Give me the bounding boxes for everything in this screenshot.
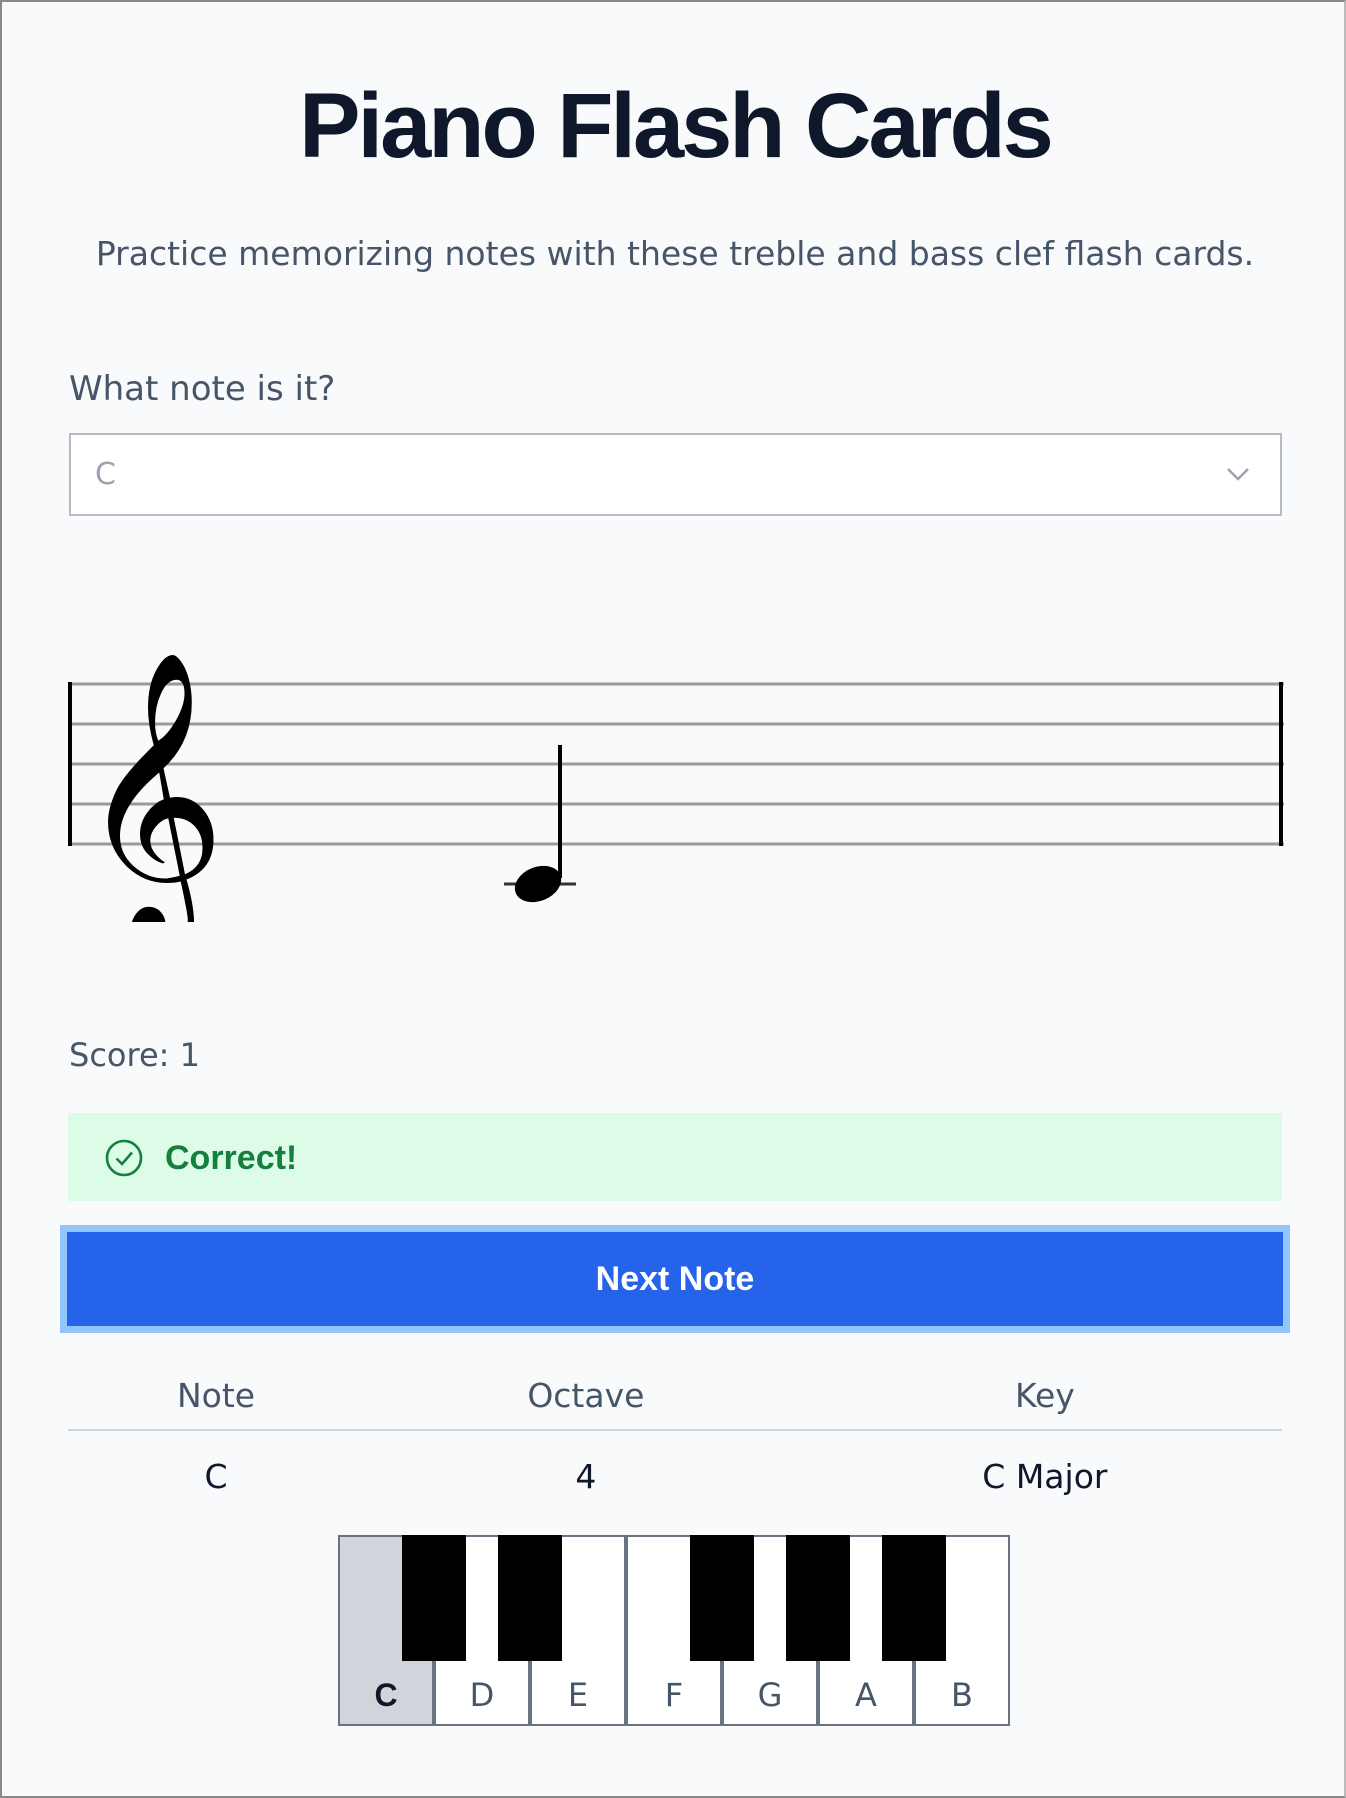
key-label: A bbox=[855, 1676, 877, 1714]
cell-key: C Major bbox=[982, 1457, 1108, 1496]
header-note: Note bbox=[68, 1362, 364, 1431]
piano-keyboard: C D E F G A B bbox=[338, 1535, 1012, 1726]
table-row: C 4 C Major bbox=[68, 1430, 1282, 1522]
page-subtitle: Practice memorizing notes with these tre… bbox=[95, 234, 1255, 273]
cell-octave: 4 bbox=[575, 1457, 597, 1496]
table-header-row: Note Octave Key bbox=[68, 1362, 1282, 1431]
key-label: E bbox=[567, 1676, 589, 1714]
key-label: B bbox=[951, 1676, 973, 1714]
piano-key-a-sharp[interactable] bbox=[882, 1535, 946, 1661]
header-key: Key bbox=[807, 1362, 1282, 1431]
treble-clef-icon: 𝄞 bbox=[78, 648, 226, 922]
feedback-alert: Correct! bbox=[68, 1113, 1282, 1201]
question-label: What note is it? bbox=[69, 369, 336, 409]
score-text: Score: 1 bbox=[69, 1036, 200, 1074]
key-label: C bbox=[374, 1677, 398, 1713]
feedback-text: Correct! bbox=[165, 1139, 298, 1177]
key-label: F bbox=[664, 1676, 684, 1714]
note-select-value: C bbox=[95, 457, 116, 492]
piano-key-c-sharp[interactable] bbox=[402, 1535, 466, 1661]
cell-note: C bbox=[204, 1457, 228, 1496]
staff-lines bbox=[68, 682, 1284, 846]
note-c4-quarter bbox=[504, 745, 576, 903]
piano-key-d-sharp[interactable] bbox=[498, 1535, 562, 1661]
key-label: D bbox=[469, 1676, 495, 1714]
note-select[interactable]: C bbox=[69, 433, 1282, 516]
chevron-down-icon bbox=[1227, 468, 1249, 481]
piano-key-g-sharp[interactable] bbox=[786, 1535, 850, 1661]
app-frame: Piano Flash Cards Practice memorizing no… bbox=[0, 0, 1346, 1798]
note-info-table: Note Octave Key C 4 C Major bbox=[68, 1362, 1282, 1522]
music-staff: 𝄞 bbox=[68, 648, 1284, 922]
page-title: Piano Flash Cards bbox=[299, 75, 1054, 177]
piano-key-f-sharp[interactable] bbox=[690, 1535, 754, 1661]
key-label: G bbox=[757, 1676, 783, 1714]
check-circle-icon bbox=[105, 1139, 143, 1177]
header-octave: Octave bbox=[364, 1362, 808, 1431]
next-note-button[interactable]: Next Note bbox=[60, 1225, 1290, 1333]
